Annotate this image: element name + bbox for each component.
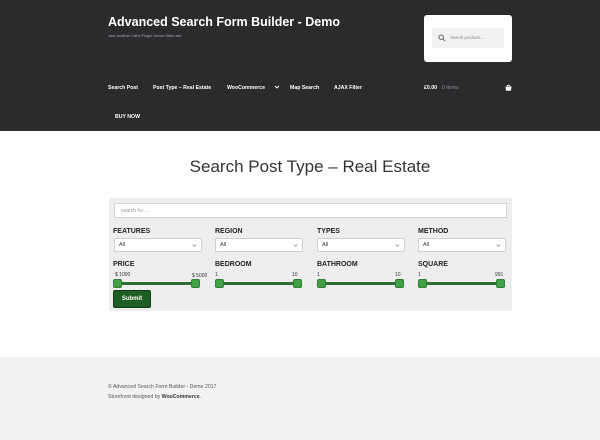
types-label: TYPES	[317, 228, 340, 235]
bedroom-min-value: 1	[215, 272, 218, 278]
bathroom-label: BATHROOM	[317, 261, 358, 268]
page-title: Search Post Type – Real Estate	[189, 157, 431, 176]
nav-map-search[interactable]: Map Search	[290, 85, 319, 91]
region-select-value: All	[220, 242, 227, 248]
method-label: METHOD	[418, 228, 449, 235]
footer-copyright: © Advanced Search Form Builder - Demo 20…	[108, 384, 217, 390]
chevron-down-icon	[192, 244, 197, 247]
product-search-input[interactable]: Search products…	[432, 28, 504, 48]
chevron-down-icon[interactable]	[274, 84, 280, 90]
bedroom-label: BEDROOM	[215, 261, 252, 268]
basket-icon[interactable]	[504, 83, 513, 92]
bedroom-max-value: 10	[292, 272, 298, 278]
submit-button[interactable]: Submit	[113, 290, 151, 308]
nav-search-post[interactable]: Search Post	[108, 85, 138, 91]
cart-amount[interactable]: £0.00	[424, 85, 437, 91]
price-slider-max-handle[interactable]	[191, 279, 200, 288]
bathroom-min-value: 1	[317, 272, 320, 278]
site-title[interactable]: Advanced Search Form Builder - Demo	[108, 15, 340, 29]
square-min-value: 1	[418, 272, 421, 278]
bathroom-max-value: 10	[395, 272, 401, 278]
footer-credit: Storefront designed by WooCommerce.	[108, 394, 201, 400]
bathroom-slider-max-handle[interactable]	[395, 279, 404, 288]
square-slider-min-handle[interactable]	[418, 279, 427, 288]
region-label: REGION	[215, 228, 243, 235]
bedroom-slider-max-handle[interactable]	[293, 279, 302, 288]
nav-buy-now[interactable]: BUY NOW	[115, 114, 140, 120]
search-icon	[438, 34, 446, 42]
method-select[interactable]: All	[418, 238, 506, 252]
price-min-value: $ 1000	[115, 272, 131, 278]
chevron-down-icon	[496, 244, 501, 247]
features-label: FEATURES	[113, 228, 151, 235]
bedroom-slider-track[interactable]	[219, 282, 297, 285]
keyword-search-placeholder: search for ...	[121, 208, 149, 214]
woocommerce-link[interactable]: WooCommerce	[162, 394, 200, 400]
bathroom-slider-track[interactable]	[321, 282, 399, 285]
product-search-box: Search products…	[424, 15, 512, 62]
square-slider-max-handle[interactable]	[496, 279, 505, 288]
square-label: SQUARE	[418, 261, 448, 268]
nav-woocommerce[interactable]: WooCommerce	[227, 85, 265, 91]
features-select[interactable]: All	[114, 238, 202, 252]
square-slider-track[interactable]	[422, 282, 500, 285]
nav-post-type-real-estate[interactable]: Post Type – Real Estate	[153, 85, 211, 91]
types-select-value: All	[322, 242, 329, 248]
search-placeholder: Search products…	[450, 35, 485, 40]
chevron-down-icon	[395, 244, 400, 247]
search-form: search for ... FEATURES All REGION All T…	[109, 198, 512, 311]
footer-credit-suffix: .	[199, 394, 202, 400]
price-slider-min-handle[interactable]	[113, 279, 122, 288]
site-header: Advanced Search Form Builder - Demo Just…	[0, 0, 600, 131]
method-select-value: All	[423, 242, 430, 248]
keyword-search-input[interactable]: search for ...	[114, 203, 507, 218]
site-tagline: Just another Cat's Plugin Demo Sites sit…	[108, 33, 182, 38]
footer-credit-prefix: Storefront designed by	[108, 394, 162, 400]
site-footer: © Advanced Search Form Builder - Demo 20…	[0, 357, 600, 440]
features-select-value: All	[119, 242, 126, 248]
bedroom-slider-min-handle[interactable]	[215, 279, 224, 288]
price-label: PRICE	[113, 261, 135, 268]
chevron-down-icon	[293, 244, 298, 247]
bathroom-slider-min-handle[interactable]	[317, 279, 326, 288]
region-select[interactable]: All	[215, 238, 303, 252]
cart-item-count[interactable]: 0 items	[442, 85, 459, 91]
nav-ajax-filter[interactable]: AJAX Filter	[334, 85, 362, 91]
types-select[interactable]: All	[317, 238, 405, 252]
price-slider-track[interactable]	[118, 282, 196, 285]
square-max-value: 991	[495, 272, 504, 278]
